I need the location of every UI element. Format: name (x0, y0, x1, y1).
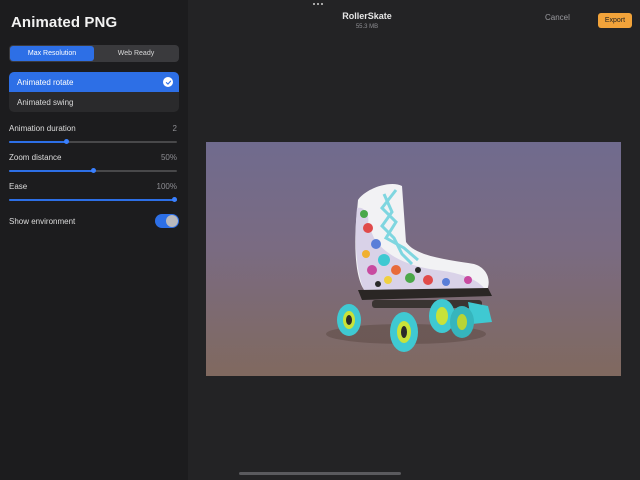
toggle-label: Show environment (9, 217, 76, 226)
animation-type-list: Animated rotate Animated swing (9, 72, 179, 112)
option-label: Animated rotate (17, 77, 74, 87)
max-resolution-segment[interactable]: Max Resolution (10, 46, 94, 61)
slider-label: Animation duration (9, 124, 76, 133)
checkmark-icon (163, 77, 173, 87)
toggle-knob (166, 215, 178, 227)
zoom-distance-slider: Zoom distance 50% (9, 153, 177, 175)
show-environment-toggle[interactable] (155, 214, 179, 228)
panel-title: Animated PNG (11, 14, 118, 31)
slider-track[interactable] (9, 139, 177, 144)
web-ready-segment[interactable]: Web Ready (94, 46, 178, 61)
slider-knob[interactable] (172, 197, 177, 202)
slider-fill (9, 141, 67, 143)
slider-knob[interactable] (91, 168, 96, 173)
animated-swing-option[interactable]: Animated swing (9, 92, 179, 112)
slider-track[interactable] (9, 168, 177, 173)
slider-label: Zoom distance (9, 153, 62, 162)
model-preview[interactable] (206, 142, 621, 376)
slider-value: 100% (156, 182, 177, 191)
option-label: Animated swing (17, 97, 74, 107)
settings-panel: Animated PNG Max Resolution Web Ready An… (0, 0, 188, 480)
slider-value: 50% (160, 153, 177, 162)
animation-duration-slider: Animation duration 2 (9, 124, 177, 146)
resolution-segmented-control: Max Resolution Web Ready (9, 45, 179, 62)
document-size: 55.3 MB (355, 24, 379, 30)
slider-label: Ease (9, 182, 28, 191)
slider-knob[interactable] (64, 139, 70, 144)
cancel-button[interactable]: Cancel (545, 13, 570, 22)
document-title: RollerSkate (342, 11, 392, 21)
export-button[interactable]: Export (598, 13, 632, 28)
ease-slider: Ease 100% (9, 182, 177, 204)
home-indicator (239, 472, 401, 475)
show-environment-row: Show environment (9, 214, 179, 230)
ellipsis-icon[interactable] (313, 3, 323, 5)
slider-track[interactable] (9, 197, 177, 202)
slider-value: 2 (172, 124, 177, 133)
slider-fill (9, 199, 177, 201)
animated-rotate-option[interactable]: Animated rotate (9, 72, 179, 92)
roller-skate-image (326, 183, 492, 352)
slider-fill (9, 170, 93, 172)
